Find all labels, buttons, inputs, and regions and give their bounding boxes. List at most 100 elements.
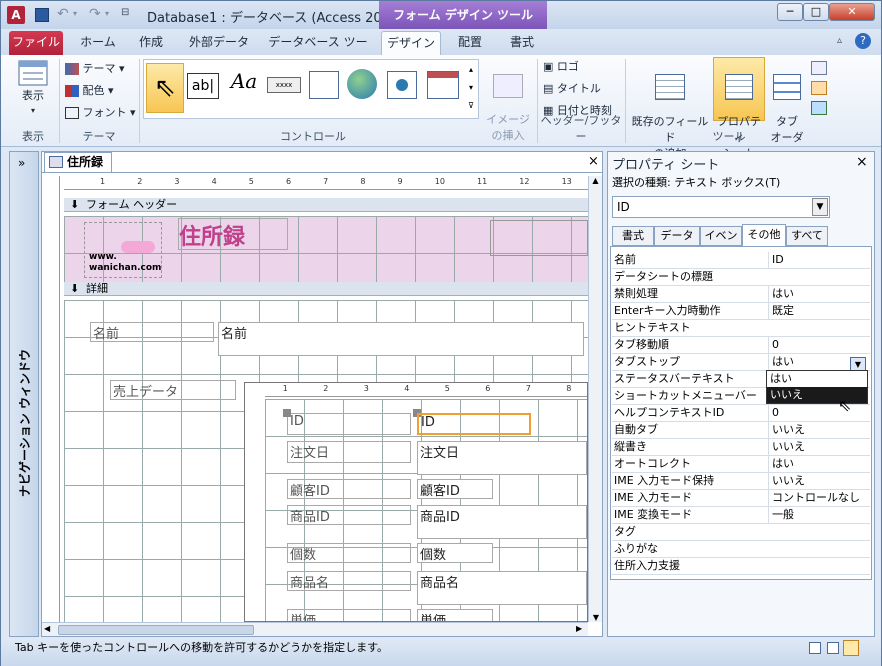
subform-customer-id-textbox[interactable]: 顧客ID [417,479,493,499]
property-value[interactable]: コントロールなし [768,490,868,506]
subform-price-textbox[interactable]: 単価 [417,609,493,621]
navigation-pane[interactable]: » ナビゲーション ウィンドウ [9,151,39,637]
property-row[interactable]: 縦書き いいえ [612,439,870,456]
property-value[interactable]: いいえ [768,422,868,438]
tab-props-other[interactable]: その他 [742,224,786,246]
property-row[interactable]: Enterキー入力時動作 既定 [612,303,870,320]
redo-dropdown-icon[interactable]: ▾ [105,9,109,18]
property-row[interactable]: 禁則処理 はい [612,286,870,303]
property-value[interactable]: 一般 [768,507,868,523]
property-row[interactable]: タブ移動順 0 [612,337,870,354]
property-value[interactable]: ID [768,252,868,268]
customize-qat-icon[interactable]: ⊟ [121,7,129,18]
themes-button[interactable]: テーマ ▾ [65,59,125,79]
help-icon[interactable]: ? [855,33,871,49]
property-value[interactable]: はい [768,286,868,302]
form-title-label[interactable]: 住所録 [178,218,288,250]
property-row[interactable]: 名前 ID [612,252,870,269]
nav-pane-toggle[interactable]: » [18,156,25,170]
navigation-control-icon[interactable] [427,71,459,99]
property-row[interactable]: ヘルプコンテキストID 0 [612,405,870,422]
property-row[interactable]: ヒントテキスト [612,320,870,337]
minimize-ribbon-icon[interactable]: ▵ [837,35,842,46]
property-value[interactable]: 0 [768,405,868,421]
dropdown-option-no[interactable]: いいえ [767,387,867,403]
macro-icon[interactable] [811,101,827,115]
sales-data-label[interactable]: 売上データ [110,380,236,400]
subform-order-date-label[interactable]: 注文日 [287,441,411,463]
button-control-icon[interactable]: xxxx [267,77,301,93]
undo-dropdown-icon[interactable]: ▾ [73,9,77,18]
logo-image[interactable]: www. wanichan.com [84,222,162,278]
subform-product-name-label[interactable]: 商品名 [287,571,411,591]
property-row[interactable]: タグ [612,524,870,541]
textbox-control-button[interactable]: ab| [187,73,219,99]
access-app-icon[interactable]: A [7,6,25,24]
minimize-button[interactable]: ─ [777,3,803,21]
colors-button[interactable]: 配色 ▾ [65,81,114,101]
logo-button[interactable]: ▣ ロゴ [543,57,579,77]
selection-handle[interactable] [283,409,291,417]
chevron-down-icon[interactable]: ▼ [812,198,828,216]
tab-file[interactable]: ファイル [9,31,63,55]
tab-database-tools[interactable]: データベース ツール [263,31,373,71]
subform-product-name-textbox[interactable]: 商品名 [417,571,587,605]
subform-quantity-textbox[interactable]: 個数 [417,543,493,563]
tab-create[interactable]: 作成 [129,31,173,55]
property-row[interactable]: IME 入力モード コントロールなし [612,490,870,507]
redo-icon[interactable]: ↷ [89,6,101,22]
subform-id-label[interactable]: ID [287,413,411,435]
select-pointer-button[interactable]: ⇖ [146,63,184,113]
undo-icon[interactable]: ↶ [57,6,69,22]
detail-section-bar[interactable]: ⬇ 詳細 [64,282,588,296]
property-value[interactable]: いいえ [768,473,868,489]
tab-home[interactable]: ホーム [73,31,123,55]
dropdown-option-yes[interactable]: はい [767,371,867,387]
property-row[interactable]: データシートの標題 [612,269,870,286]
web-browser-control-icon[interactable] [387,71,417,99]
property-value[interactable]: はい [768,456,868,472]
object-selector[interactable]: ID ▼ [612,196,830,218]
tab-props-data[interactable]: データ [654,226,700,246]
property-value[interactable]: いいえ [768,439,868,455]
subform-id-textbox[interactable]: ID [417,413,531,435]
tab-props-event[interactable]: イベント [700,226,742,260]
tab-order-button[interactable]: タブ オーダー [767,61,807,161]
title-button[interactable]: ▤ タイトル [543,79,601,99]
tab-format[interactable]: 書式 [499,31,545,55]
subform-order-date-textbox[interactable]: 注文日 [417,441,587,475]
hyperlink-globe-icon[interactable] [347,69,377,99]
property-row[interactable]: ふりがな [612,541,870,558]
property-row[interactable]: オートコレクト はい [612,456,870,473]
insert-image-button[interactable]: イメージ の挿入 [483,61,533,143]
subform-container[interactable]: 12345678 ID ID 注文日 注文日 顧客ID 顧客ID 商品ID 商品… [244,382,588,622]
save-icon[interactable] [35,8,49,22]
layout-view-icon[interactable] [827,642,839,654]
form-view-icon[interactable] [809,642,821,654]
label-control-button[interactable]: Aa [227,69,261,99]
property-value[interactable]: 0 [768,337,868,353]
document-close-button[interactable]: × [588,154,599,169]
header-control-box[interactable] [490,220,588,256]
subform-price-label[interactable]: 単価 [287,609,411,621]
tab-props-all[interactable]: すべて [786,226,828,246]
gallery-scroll-up[interactable]: ▴ [465,61,477,79]
property-row[interactable]: IME 変換モード 一般 [612,507,870,524]
property-value[interactable]: 既定 [768,303,868,319]
vertical-scrollbar[interactable]: ▲ ▼ [588,176,602,622]
property-row[interactable]: 自動タブ いいえ [612,422,870,439]
property-row[interactable]: IME 入力モード保持 いいえ [612,473,870,490]
tab-control-icon[interactable] [309,71,339,99]
code-icon[interactable] [811,81,827,95]
horizontal-scrollbar[interactable]: ◀ ▶ [42,622,588,636]
subform-customer-id-label[interactable]: 顧客ID [287,479,411,499]
gallery-more[interactable]: ⊽ [465,97,477,115]
gallery-scroll-down[interactable]: ▾ [465,79,477,97]
view-button[interactable]: 表示 ▾ [9,59,57,116]
tab-arrange[interactable]: 配置 [447,31,493,55]
close-button[interactable]: ✕ [829,3,875,21]
document-tab[interactable]: 住所録 [44,152,112,172]
fonts-button[interactable]: フォント ▾ [65,103,136,123]
tab-design[interactable]: デザイン [381,31,441,55]
scroll-thumb[interactable] [58,625,254,635]
